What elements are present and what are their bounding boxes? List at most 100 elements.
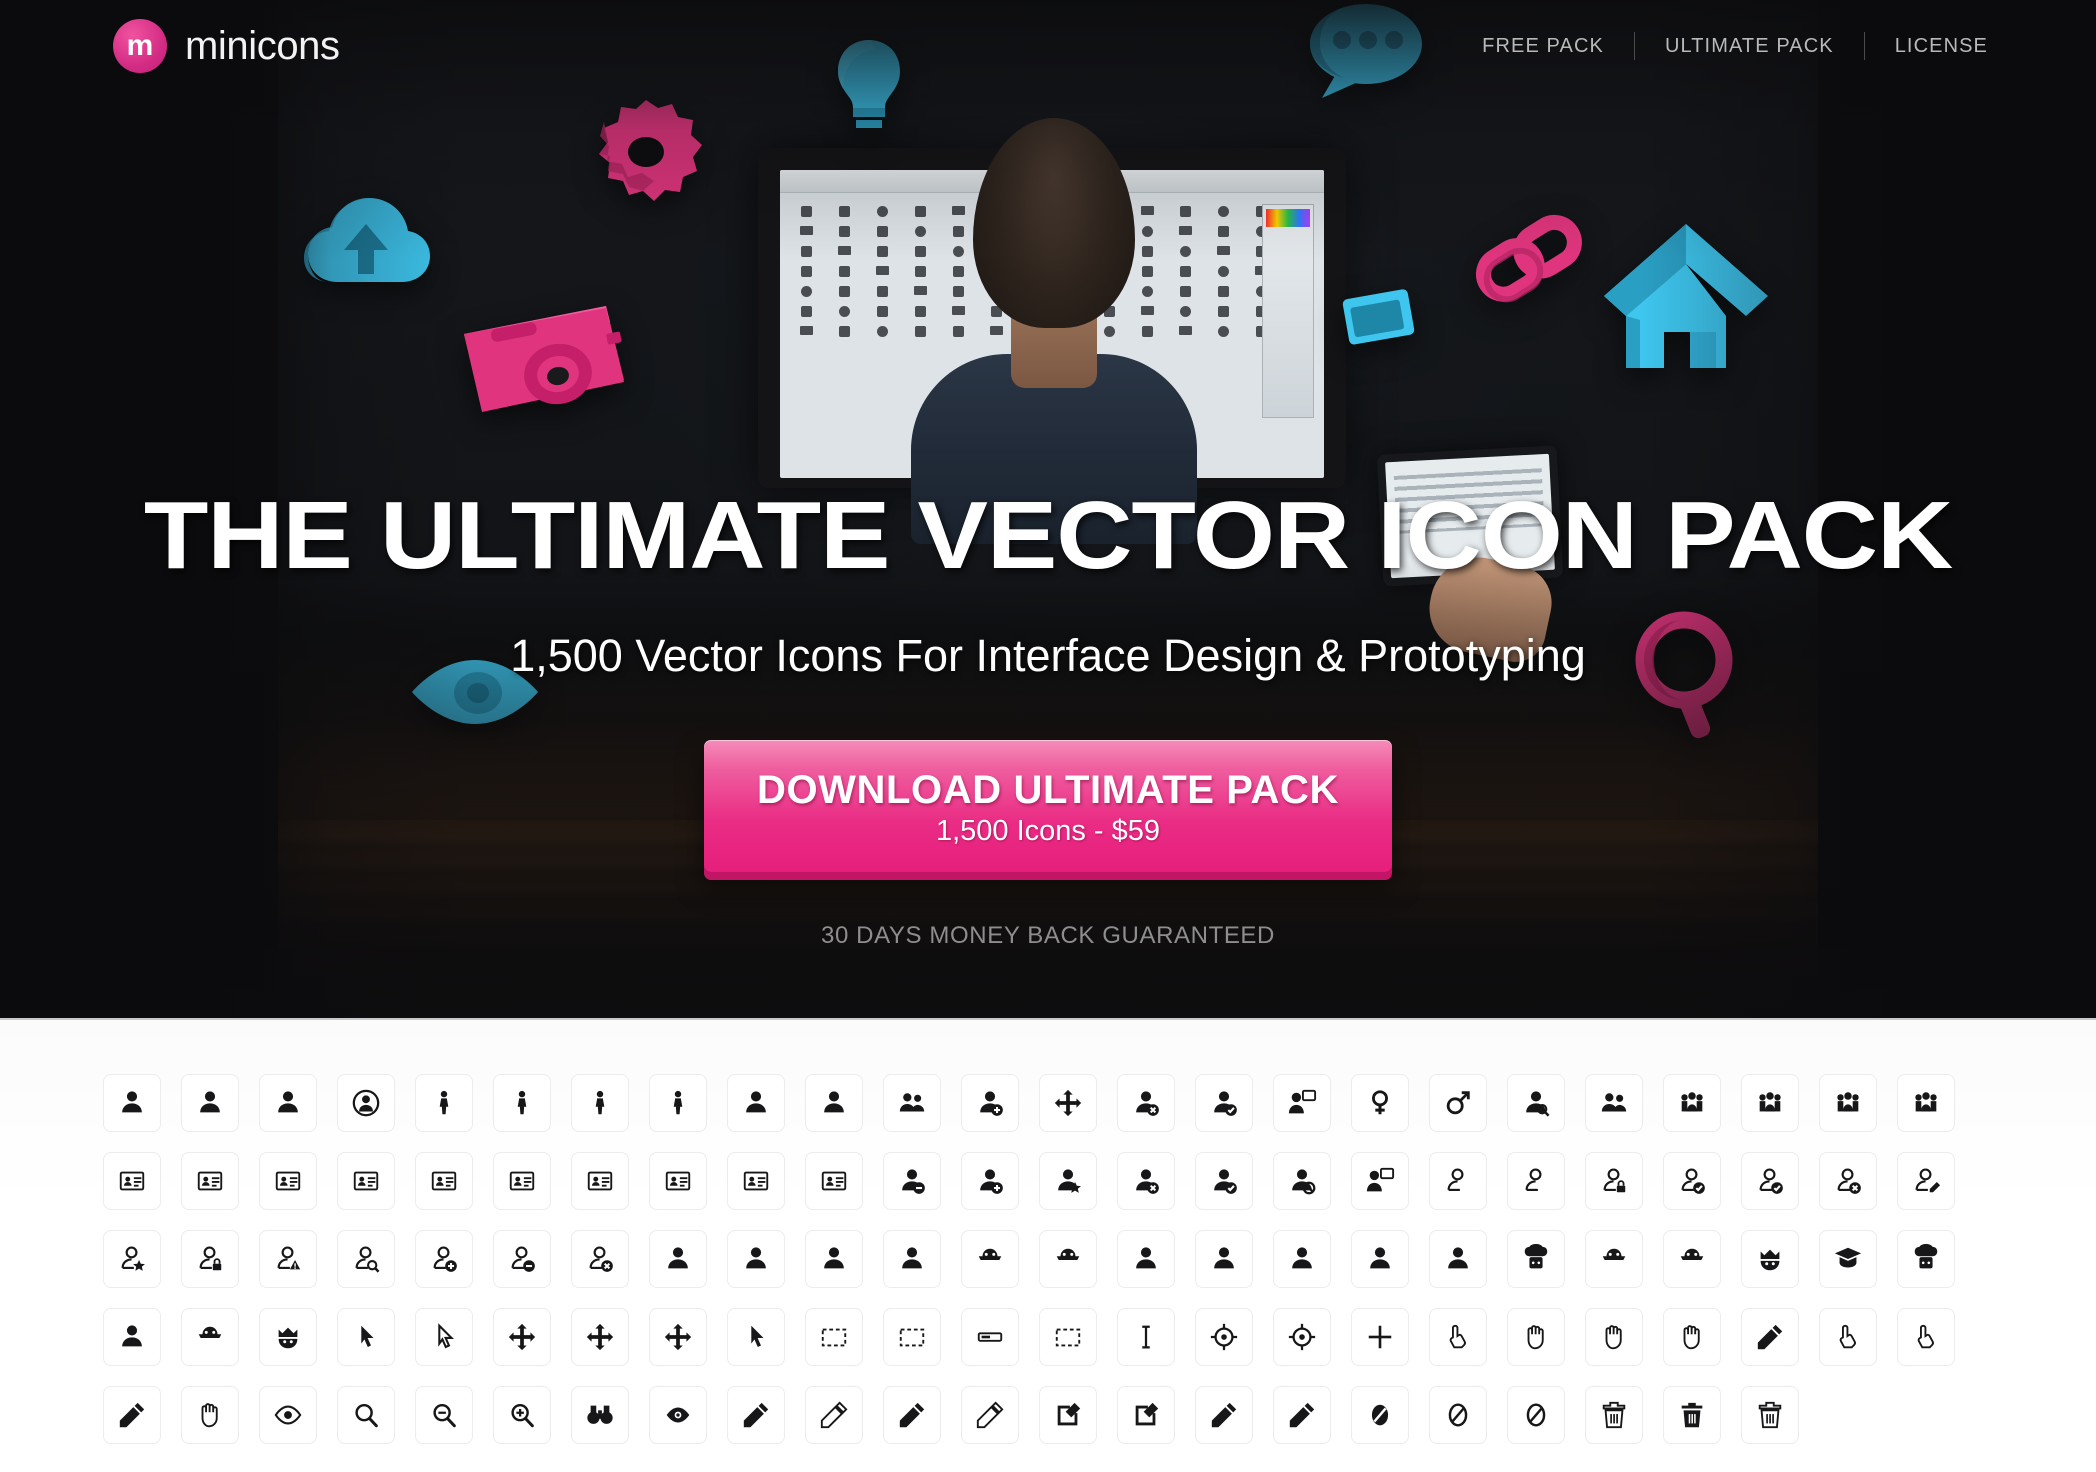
trash-full-icon[interactable]: [1663, 1386, 1721, 1444]
users-stack-icon[interactable]: [1663, 1074, 1721, 1132]
hand-point-icon[interactable]: [1819, 1308, 1877, 1366]
text-cursor-icon[interactable]: [1117, 1308, 1175, 1366]
user-outline-edit-icon[interactable]: [1897, 1152, 1955, 1210]
plus-thin-icon[interactable]: [1351, 1308, 1409, 1366]
zoom-out-icon[interactable]: [415, 1386, 473, 1444]
mars-icon[interactable]: [1429, 1074, 1487, 1132]
user-outline-x-icon[interactable]: [1819, 1152, 1877, 1210]
user-avatar-icon[interactable]: [1195, 1230, 1253, 1288]
hand-grab-icon[interactable]: [181, 1386, 239, 1444]
eraser-thin-icon[interactable]: [1507, 1386, 1565, 1444]
marker-icon[interactable]: [1195, 1386, 1253, 1444]
users-two-icon[interactable]: [1585, 1074, 1643, 1132]
pencil-edit-icon[interactable]: [805, 1386, 863, 1444]
user-outline-search-icon[interactable]: [337, 1230, 395, 1288]
hand-point-up-icon[interactable]: [1897, 1308, 1955, 1366]
download-ultimate-pack-button[interactable]: DOWNLOAD ULTIMATE PACK 1,500 Icons - $59: [704, 740, 1392, 872]
move-vertical-icon[interactable]: [571, 1308, 629, 1366]
trash-can-icon[interactable]: [1741, 1386, 1799, 1444]
user-minus-icon[interactable]: [883, 1152, 941, 1210]
vcard-icon[interactable]: [337, 1152, 395, 1210]
node-edit-icon[interactable]: [1039, 1308, 1097, 1366]
picture-frame-user-icon[interactable]: [805, 1152, 863, 1210]
zoom-in-icon[interactable]: [493, 1386, 551, 1444]
crosshair-icon[interactable]: [1273, 1308, 1331, 1366]
person-walk-icon[interactable]: [649, 1074, 707, 1132]
user-comment-icon[interactable]: [1273, 1074, 1331, 1132]
thief-icon[interactable]: [181, 1308, 239, 1366]
eraser-icon[interactable]: [1351, 1386, 1409, 1444]
user-outline-lock-icon[interactable]: [181, 1230, 239, 1288]
user-outline-add-icon[interactable]: [415, 1230, 473, 1288]
trash-icon[interactable]: [1585, 1386, 1643, 1444]
spy-hat-icon[interactable]: [1663, 1230, 1721, 1288]
police-icon[interactable]: [961, 1230, 1019, 1288]
user-outline-icon[interactable]: [1429, 1152, 1487, 1210]
users-pair-icon[interactable]: [883, 1074, 941, 1132]
eye-bold-icon[interactable]: [649, 1386, 707, 1444]
king-icon[interactable]: [259, 1308, 317, 1366]
hand-sparkle-icon[interactable]: [1585, 1308, 1643, 1366]
pen-diagonal-icon[interactable]: [961, 1386, 1019, 1444]
user-check-icon[interactable]: [1195, 1074, 1253, 1132]
person-female-icon[interactable]: [571, 1074, 629, 1132]
hand-click-icon[interactable]: [1507, 1308, 1565, 1366]
id-card-icon[interactable]: [181, 1152, 239, 1210]
hand-open-fingers-icon[interactable]: [103, 1386, 161, 1444]
chef-icon[interactable]: [1897, 1230, 1955, 1288]
org-chart-icon[interactable]: [103, 1152, 161, 1210]
boy-icon[interactable]: [1273, 1230, 1331, 1288]
user-speech-icon[interactable]: [1351, 1152, 1409, 1210]
people-crowd-icon[interactable]: [1819, 1074, 1877, 1132]
input-bar-icon[interactable]: [961, 1308, 1019, 1366]
user-outline-minus-icon[interactable]: [493, 1230, 551, 1288]
user-search-icon[interactable]: [1507, 1074, 1565, 1132]
contacts-list-icon[interactable]: [571, 1152, 629, 1210]
girl-icon[interactable]: [805, 1230, 863, 1288]
business-card-icon[interactable]: [493, 1152, 551, 1210]
selection-icon[interactable]: [805, 1308, 863, 1366]
king-crown-icon[interactable]: [1741, 1230, 1799, 1288]
user-add-icon[interactable]: [961, 1074, 1019, 1132]
ninja-icon[interactable]: [1585, 1230, 1643, 1288]
astronaut-icon[interactable]: [103, 1308, 161, 1366]
people-team-icon[interactable]: [1897, 1074, 1955, 1132]
pen-icon[interactable]: [883, 1386, 941, 1444]
align-icon[interactable]: [883, 1308, 941, 1366]
people-group-icon[interactable]: [1741, 1074, 1799, 1132]
cursor-outline-icon[interactable]: [415, 1308, 473, 1366]
baby-icon[interactable]: [1351, 1230, 1409, 1288]
move-free-icon[interactable]: [649, 1308, 707, 1366]
person-standing-icon[interactable]: [415, 1074, 473, 1132]
user-outline-block-icon[interactable]: [1585, 1152, 1643, 1210]
badge-icon[interactable]: [649, 1152, 707, 1210]
child-icon[interactable]: [727, 1230, 785, 1288]
doctor-icon[interactable]: [1429, 1230, 1487, 1288]
cursor-arrow-icon[interactable]: [337, 1308, 395, 1366]
binoculars-icon[interactable]: [571, 1386, 629, 1444]
drag-icon[interactable]: [1663, 1308, 1721, 1366]
pencil-icon[interactable]: [727, 1386, 785, 1444]
magnifier-icon[interactable]: [337, 1386, 395, 1444]
user-block-icon[interactable]: [1273, 1152, 1331, 1210]
brand-logo[interactable]: m minicons: [113, 19, 340, 73]
user-outline-warning-icon[interactable]: [259, 1230, 317, 1288]
user-star-icon[interactable]: [1039, 1152, 1097, 1210]
contact-card-icon[interactable]: [259, 1152, 317, 1210]
nav-ultimate-pack[interactable]: ULTIMATE PACK: [1635, 35, 1864, 58]
user-silhouette-icon[interactable]: [103, 1074, 161, 1132]
eraser-outline-icon[interactable]: [1429, 1386, 1487, 1444]
eye-icon[interactable]: [259, 1386, 317, 1444]
user-tick-icon[interactable]: [1195, 1152, 1253, 1210]
user-detective-icon[interactable]: [181, 1074, 239, 1132]
user-tie-icon[interactable]: [805, 1074, 863, 1132]
user-outline-tick-icon[interactable]: [1741, 1152, 1799, 1210]
venus-icon[interactable]: [1351, 1074, 1409, 1132]
user-cross-icon[interactable]: [1117, 1152, 1175, 1210]
clipboard-user-icon[interactable]: [727, 1152, 785, 1210]
user-delete-icon[interactable]: [1117, 1074, 1175, 1132]
nav-free-pack[interactable]: FREE PACK: [1452, 35, 1634, 58]
user-plus-icon[interactable]: [961, 1152, 1019, 1210]
move-icon[interactable]: [493, 1308, 551, 1366]
user-head-icon[interactable]: [727, 1074, 785, 1132]
